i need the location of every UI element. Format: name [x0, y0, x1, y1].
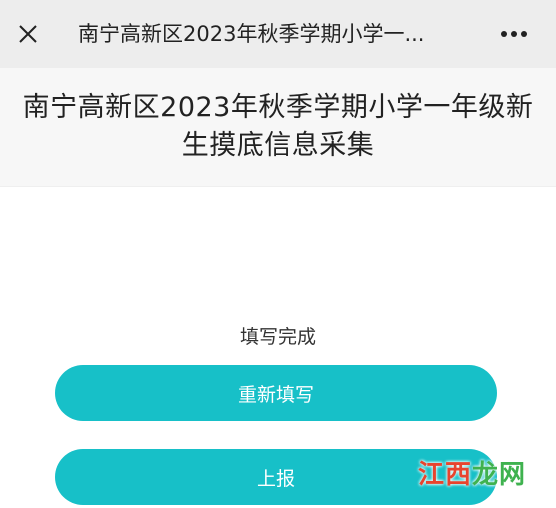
close-icon: [19, 25, 37, 43]
page-title: 南宁高新区2023年秋季学期小学一...: [78, 22, 425, 46]
site-watermark: 江西龙网: [418, 456, 526, 494]
completion-status-text: 填写完成: [239, 326, 316, 348]
watermark-part-1: 江西: [418, 460, 473, 490]
more-options-button[interactable]: [494, 20, 534, 48]
watermark-part-2: 龙网: [472, 460, 527, 490]
top-navigation-bar: 南宁高新区2023年秋季学期小学一...: [0, 0, 556, 68]
close-button[interactable]: [14, 20, 42, 48]
more-dots-icon: [501, 31, 527, 37]
refill-button[interactable]: 重新填写: [55, 365, 497, 421]
form-header: 南宁高新区2023年秋季学期小学一年级新生摸底信息采集: [0, 68, 556, 187]
form-title: 南宁高新区2023年秋季学期小学一年级新生摸底信息采集: [22, 92, 534, 161]
